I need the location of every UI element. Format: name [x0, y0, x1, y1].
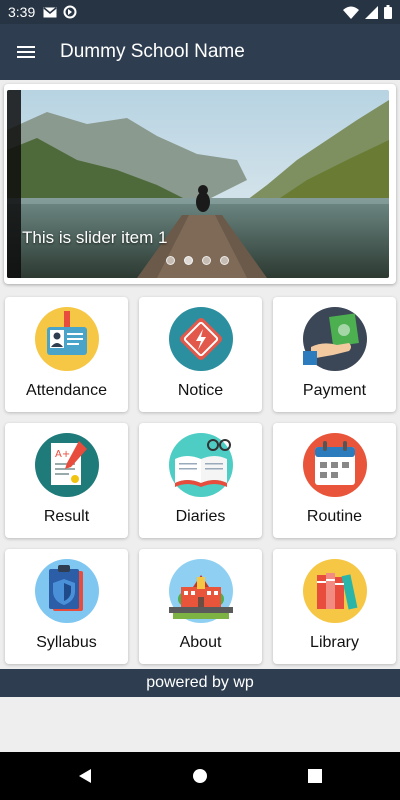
books-icon [302, 559, 367, 623]
home-button[interactable] [143, 752, 258, 800]
home-icon [193, 769, 207, 783]
slider-dots [166, 256, 229, 265]
battery-icon [384, 5, 392, 19]
calendar-icon [302, 433, 367, 497]
tile-label: Diaries [175, 508, 226, 525]
slider-dot[interactable] [220, 256, 229, 265]
gmail-icon [43, 6, 57, 17]
footer: powered by wp [0, 669, 400, 697]
payment-hand-icon [302, 307, 367, 371]
slider-dot[interactable] [166, 256, 175, 265]
tile-label: Routine [306, 508, 363, 525]
app-title: Dummy School Name [60, 41, 245, 62]
status-time: 3:39 [8, 4, 36, 20]
id-card-icon [34, 307, 99, 371]
sync-icon [63, 5, 77, 19]
warning-diamond-icon [168, 307, 233, 371]
tile-attendance[interactable]: Attendance [5, 297, 128, 412]
tile-label: Syllabus [36, 634, 97, 651]
menu-grid: Attendance Notice Payment A+ Result Diar… [5, 297, 396, 664]
tile-label: Attendance [26, 382, 107, 399]
wifi-icon [343, 6, 359, 19]
school-building-icon [168, 559, 233, 623]
tile-notice[interactable]: Notice [139, 297, 262, 412]
tile-syllabus[interactable]: Syllabus [5, 549, 128, 664]
menu-icon [17, 46, 35, 58]
tile-label: Payment [302, 382, 367, 399]
footer-text: powered by wp [146, 674, 254, 691]
tile-label: About [179, 634, 222, 651]
signal-icon [365, 5, 378, 19]
clipboard-shield-icon [34, 559, 99, 623]
tile-library[interactable]: Library [273, 549, 396, 664]
tile-label: Library [310, 634, 359, 651]
tile-label: Notice [177, 382, 224, 399]
tile-diaries[interactable]: Diaries [139, 423, 262, 538]
recents-icon [308, 769, 322, 783]
tile-payment[interactable]: Payment [273, 297, 396, 412]
menu-button[interactable] [0, 24, 52, 80]
back-icon [79, 769, 91, 783]
tile-about[interactable]: About [139, 549, 262, 664]
back-button[interactable] [28, 752, 143, 800]
slider-dot[interactable] [184, 256, 193, 265]
slider-image [7, 90, 389, 278]
tile-label: Result [43, 508, 90, 525]
slider-caption: This is slider item 1 [22, 228, 168, 247]
svg-text:A+: A+ [55, 449, 70, 460]
slider-dot[interactable] [202, 256, 211, 265]
system-nav-bar [0, 752, 400, 800]
tile-result[interactable]: A+ Result [5, 423, 128, 538]
exam-result-icon: A+ [34, 433, 99, 497]
open-book-icon [168, 433, 233, 497]
recents-button[interactable] [258, 752, 373, 800]
tile-routine[interactable]: Routine [273, 423, 396, 538]
image-slider[interactable]: This is slider item 1 [4, 84, 396, 284]
status-bar: 3:39 [0, 0, 400, 24]
app-bar: Dummy School Name [0, 24, 400, 80]
